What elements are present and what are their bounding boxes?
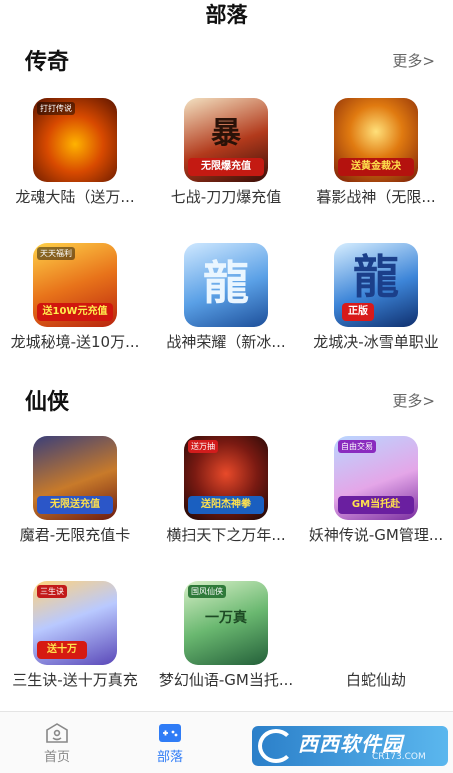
game-item[interactable]: 三生诀 送十万 三生诀-送十万真充: [0, 581, 150, 701]
game-icon[interactable]: 打打传说: [33, 98, 117, 182]
game-icon[interactable]: 自由交易 GM当托赴: [334, 436, 418, 520]
icon-caption: 无限爆充值: [188, 158, 264, 176]
game-icon[interactable]: 三生诀 送十万: [33, 581, 117, 665]
game-name: 龙城决-冰雪单职业: [313, 333, 439, 351]
icon-caption: 正版: [342, 303, 374, 321]
icon-tag: 打打传说: [37, 102, 75, 115]
game-icon[interactable]: 国风仙侠 一万真: [184, 581, 268, 665]
game-name: 三生诀-送十万真充: [12, 671, 138, 689]
game-item[interactable]: 白蛇仙劫: [301, 581, 451, 701]
game-item[interactable]: 天天福利 送10W元充值 龙城秘境-送10万...: [0, 243, 150, 363]
more-link[interactable]: 更多>: [392, 390, 435, 411]
game-item[interactable]: 送万抽 送阳杰神拳 横扫天下之万年...: [151, 436, 301, 556]
watermark-badge: 西西软件园 CR173.COM: [252, 726, 448, 766]
game-item[interactable]: 国风仙侠 一万真 梦幻仙语-GM当托...: [151, 581, 301, 701]
icon-tag: 送万抽: [188, 440, 218, 453]
section-title: 仙侠: [25, 390, 70, 415]
watermark-logo: 西西软件园 CR173.COM: [246, 718, 453, 773]
game-name: 魔君-无限充值卡: [19, 526, 131, 544]
game-name: 战神荣耀（新冰...: [166, 333, 286, 351]
game-item[interactable]: 打打传说 龙魂大陆（送万...: [0, 98, 150, 218]
icon-glyph: 龍: [203, 256, 249, 310]
game-name: 七战-刀刀爆充值: [170, 188, 282, 206]
section-header-legend: 传奇 更多>: [0, 42, 453, 78]
game-name: 梦幻仙语-GM当托...: [158, 671, 294, 689]
game-item[interactable]: 暴 无限爆充值 七战-刀刀爆充值: [151, 98, 301, 218]
game-icon[interactable]: 龍: [184, 243, 268, 327]
game-name: 妖神传说-GM管理...: [308, 526, 444, 544]
gamepad-icon: [159, 724, 181, 742]
game-name: 龙魂大陆（送万...: [15, 188, 135, 206]
game-icon[interactable]: 暴 无限爆充值: [184, 98, 268, 182]
icon-caption: 送阳杰神拳: [188, 496, 264, 514]
tab-label: 部落: [156, 750, 183, 765]
game-icon[interactable]: 天天福利 送10W元充值: [33, 243, 117, 327]
game-item[interactable]: 龍 战神荣耀（新冰...: [151, 243, 301, 363]
icon-caption: 一万真: [205, 610, 247, 626]
game-item[interactable]: 自由交易 GM当托赴 妖神传说-GM管理...: [301, 436, 451, 556]
logo-icon: [258, 729, 294, 763]
game-name: 暮影战神（无限...: [316, 188, 436, 206]
tab-label: 首页: [43, 750, 70, 765]
icon-glyph: 龍: [353, 250, 399, 304]
game-icon[interactable]: 龍 正版: [334, 243, 418, 327]
tab-tribe[interactable]: 部落: [140, 718, 200, 770]
game-icon[interactable]: 送万抽 送阳杰神拳: [184, 436, 268, 520]
game-icon[interactable]: 送黄金裁决: [334, 98, 418, 182]
icon-tag: 三生诀: [37, 585, 67, 598]
icon-glyph: 暴: [211, 116, 241, 151]
game-icon[interactable]: 无限送充值: [33, 436, 117, 520]
tab-home[interactable]: 首页: [27, 718, 87, 770]
icon-caption: 送10W元充值: [37, 303, 113, 321]
game-item[interactable]: 送黄金裁决 暮影战神（无限...: [301, 98, 451, 218]
page-title: 部落: [205, 3, 248, 27]
game-name: 白蛇仙劫: [345, 671, 406, 689]
more-link[interactable]: 更多>: [392, 50, 435, 71]
watermark-sub: CR173.COM: [372, 752, 426, 762]
game-name: 横扫天下之万年...: [166, 526, 286, 544]
icon-tag: 国风仙侠: [188, 585, 226, 598]
icon-caption: 送黄金裁决: [338, 158, 414, 176]
game-item[interactable]: 龍 正版 龙城决-冰雪单职业: [301, 243, 451, 363]
icon-caption: 送十万: [37, 641, 87, 659]
icon-caption: GM当托赴: [338, 496, 414, 514]
section-title: 传奇: [25, 50, 70, 75]
icon-tag: 自由交易: [338, 440, 376, 453]
icon-tag: 天天福利: [37, 247, 75, 260]
game-item[interactable]: 无限送充值 魔君-无限充值卡: [0, 436, 150, 556]
icon-caption: 无限送充值: [37, 496, 113, 514]
home-icon: [46, 723, 68, 743]
section-header-xianxia: 仙侠 更多>: [0, 382, 453, 418]
game-name: 龙城秘境-送10万...: [10, 333, 140, 351]
